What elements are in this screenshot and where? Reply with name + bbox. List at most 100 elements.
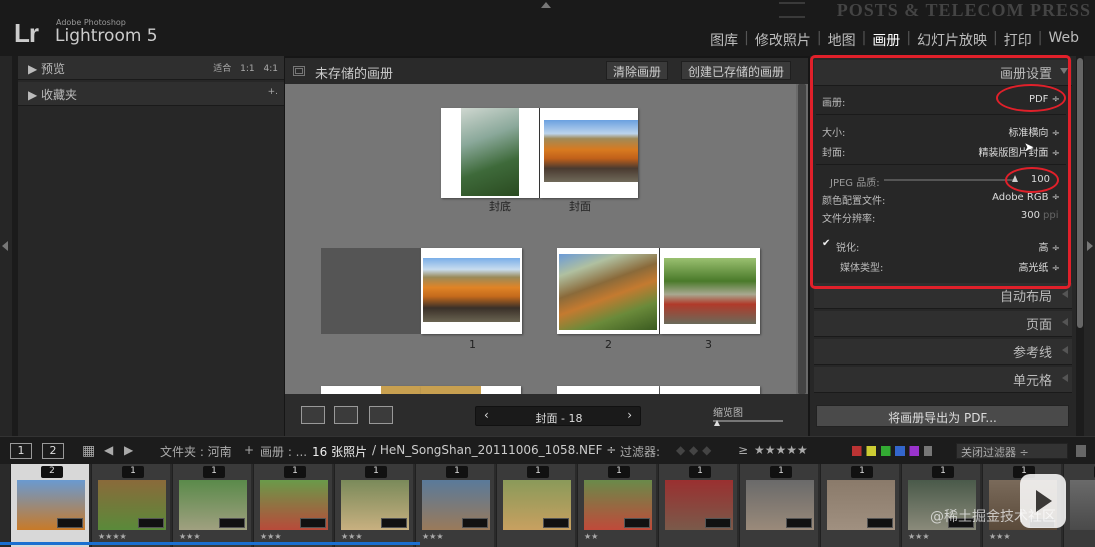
forward-arrow-icon[interactable]: ▶ [124, 443, 133, 457]
page-1[interactable] [421, 248, 522, 334]
module-web[interactable]: Web [1042, 30, 1085, 50]
zoom-slider-knob[interactable] [714, 420, 720, 426]
book-title: 未存储的画册 [315, 67, 394, 82]
zoom-4-1[interactable]: 4:1 [264, 64, 278, 74]
collapse-icon [1062, 346, 1068, 354]
filmstrip-cell[interactable]: 1 ★★★ [253, 464, 332, 547]
flag-filter-icon[interactable]: ◆ ◆ ◆ [676, 443, 711, 457]
grid-icon[interactable]: ▦ [82, 443, 95, 459]
clear-book-button[interactable]: 清除画册 [606, 61, 669, 80]
add-collection-button[interactable]: +. [268, 87, 278, 97]
thumbnail-badges-icon [543, 518, 569, 528]
publisher-watermark: POSTS & TELECOM PRESS [836, 0, 1091, 20]
thumbnail-badges-icon [786, 518, 812, 528]
back-arrow-icon[interactable]: ◀ [104, 443, 113, 457]
module-develop[interactable]: 修改照片 [749, 30, 817, 50]
zoom-1-1[interactable]: 1:1 [240, 64, 254, 74]
right-panel-scrollbar[interactable] [1076, 56, 1084, 436]
lightroom-logo: Lr [14, 18, 39, 48]
multi-page-view-icon[interactable] [301, 406, 325, 424]
filmstrip-cell[interactable]: 1 [820, 464, 899, 547]
filmstrip-cell[interactable]: 1 ★★★ [334, 464, 413, 547]
create-saved-book-button[interactable]: 创建已存储的画册 [681, 61, 792, 80]
filmstrip-cell[interactable]: 1 ★★★ [415, 464, 494, 547]
left-panel-toggle[interactable] [0, 56, 12, 436]
filmstrip-cell[interactable]: 1 [1063, 464, 1095, 547]
rating-filter[interactable]: ★★★★★ [754, 443, 808, 457]
zoom-fit[interactable]: 适合 [213, 64, 231, 74]
page-section-header[interactable]: 页面 [814, 311, 1072, 337]
navigator-label: ▶ 预览 [28, 62, 66, 76]
filmstrip-cell[interactable]: 1 ★★★ [172, 464, 251, 547]
export-pdf-button[interactable]: 将画册导出为 PDF... [816, 405, 1069, 427]
usage-count-badge: 1 [851, 466, 873, 478]
collections-header[interactable]: ▶ 收藏夹 +. [18, 82, 284, 106]
collapse-left-icon [2, 241, 8, 251]
cell-header[interactable]: 单元格 [814, 367, 1072, 393]
photo-count: 16 张照片 [312, 445, 368, 459]
filmstrip-cell[interactable]: 1 [658, 464, 737, 547]
usage-count-badge: 1 [122, 466, 144, 478]
page-navigator: ‹ 封面 - 18 › [475, 406, 641, 426]
page-section-title: 页面 [1025, 318, 1052, 333]
cell-title: 单元格 [1012, 374, 1052, 389]
color-label-filter[interactable] [852, 446, 932, 456]
back-cover-page[interactable] [441, 108, 539, 198]
thumbnail-badges-icon [300, 518, 326, 528]
filmstrip-thumbnail[interactable] [1070, 480, 1095, 530]
book-source[interactable]: 画册 : ... [260, 443, 307, 460]
filmstrip-cell[interactable]: 1 [739, 464, 818, 547]
rating-stars: ★★★ [908, 532, 930, 541]
single-page-view-icon[interactable] [369, 406, 393, 424]
highlight-oval [996, 84, 1066, 112]
page-2[interactable] [557, 248, 659, 334]
folder-source[interactable]: 文件夹 : 河南 [160, 443, 232, 460]
module-book[interactable]: 画册 [866, 30, 906, 50]
guides-header[interactable]: 参考线 [814, 339, 1072, 365]
lock-icon[interactable] [1076, 445, 1086, 457]
module-slideshow[interactable]: 幻灯片放映 [911, 30, 993, 50]
thumbnail-badges-icon [624, 518, 650, 528]
empty-left-page [321, 248, 421, 334]
back-cover-label: 封底 [489, 200, 511, 213]
usage-count-badge: 1 [203, 466, 225, 478]
module-map[interactable]: 地图 [822, 30, 862, 50]
waterfall-photo [461, 108, 519, 196]
scrollbar-thumb[interactable] [798, 84, 806, 394]
temple-photo [423, 258, 520, 322]
collapse-icon [1062, 290, 1068, 298]
filmstrip-cell[interactable]: 1 [496, 464, 575, 547]
thumbnail-badges-icon [219, 518, 245, 528]
filmstrip-cell[interactable]: 1 ★★★★ [91, 464, 170, 547]
filmstrip-cell[interactable]: 1 ★★ [577, 464, 656, 547]
collapse-top-icon[interactable] [541, 2, 551, 8]
right-panel-toggle[interactable] [1084, 56, 1095, 436]
plus-icon: + [244, 443, 255, 457]
collapse-icon [1062, 318, 1068, 326]
spread-view-icon[interactable] [334, 406, 358, 424]
module-library[interactable]: 图库 [704, 30, 744, 50]
front-cover-page[interactable] [540, 108, 638, 198]
canvas-scrollbar[interactable] [796, 84, 808, 394]
rating-stars: ★★ [584, 532, 599, 541]
filter-preset-select[interactable]: 关闭过滤器 ÷ [956, 443, 1068, 459]
book-canvas: 封底 封面 1 2 3 [285, 58, 808, 436]
filmstrip-cell[interactable]: 2 [10, 464, 89, 547]
usage-count-badge: 1 [446, 466, 468, 478]
primary-window-button[interactable]: 1 [10, 443, 32, 459]
scrollbar-thumb[interactable] [1077, 58, 1083, 328]
current-filename[interactable]: / HeN_SongShan_20111006_1058.NEF ÷ [372, 443, 616, 457]
thumbnail-zoom-label: 缩览图 [713, 408, 743, 419]
rating-stars: ★★★ [260, 532, 282, 541]
thumbnail-badges-icon [462, 518, 488, 528]
next-page-icon[interactable]: › [627, 408, 632, 422]
page-3[interactable] [660, 248, 760, 334]
filter-label: 过滤器: [620, 445, 661, 459]
rating-operator[interactable]: ≥ [738, 443, 748, 457]
module-print[interactable]: 打印 [998, 30, 1038, 50]
navigator-header[interactable]: ▶ 预览 适合 1:1 4:1 [18, 56, 284, 80]
thumbnail-zoom-slider[interactable] [713, 420, 783, 422]
guides-title: 参考线 [1012, 346, 1052, 361]
collections-label: ▶ 收藏夹 [28, 88, 78, 102]
secondary-window-button[interactable]: 2 [42, 443, 64, 459]
